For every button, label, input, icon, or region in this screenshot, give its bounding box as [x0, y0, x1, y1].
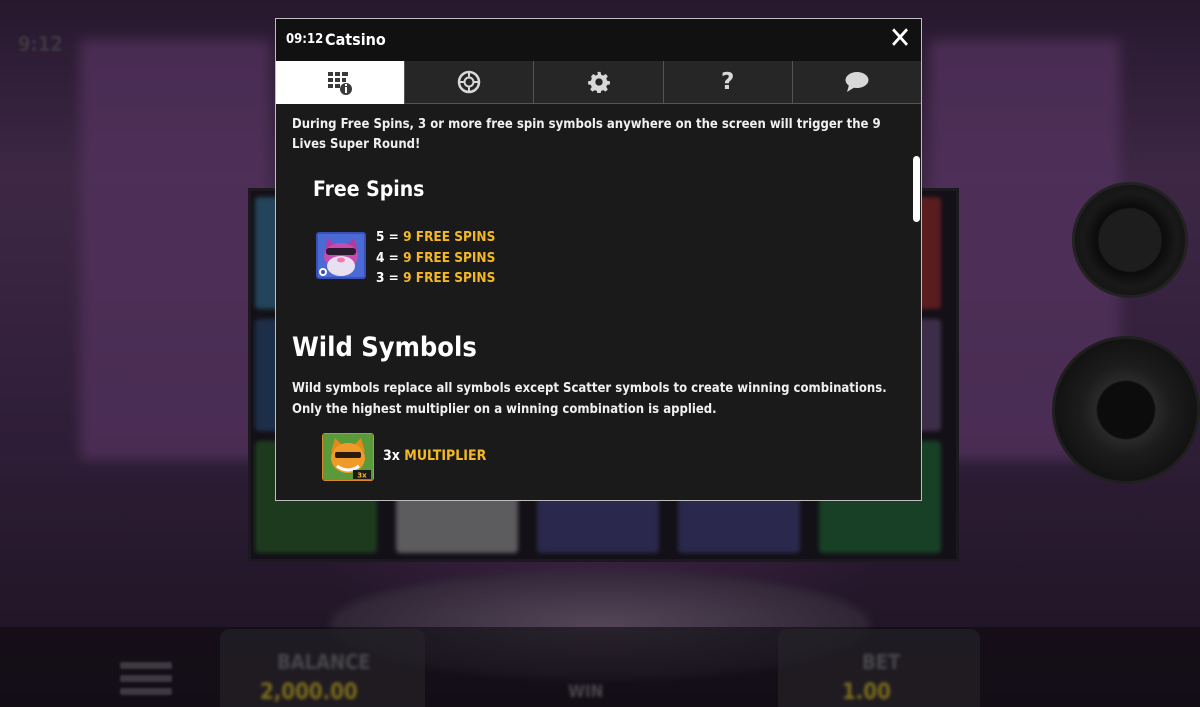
tab-settings[interactable] — [533, 61, 663, 104]
content-scrollbar[interactable] — [913, 156, 920, 222]
free-spin-symbol-image — [316, 232, 366, 279]
paytable-dialog: 09:12 Catsino ✕ ? During Free Spins, 3 o… — [275, 18, 922, 501]
payout-count: 4 = — [376, 249, 404, 266]
dialog-title: Catsino — [325, 30, 386, 49]
tab-chat[interactable] — [791, 61, 921, 104]
wild-symbols-heading: Wild Symbols — [292, 332, 477, 363]
question-icon: ? — [721, 69, 735, 95]
dialog-titlebar: 09:12 Catsino ✕ — [276, 19, 921, 61]
paytable-content[interactable]: During Free Spins, 3 or more free spin s… — [276, 104, 921, 500]
payout-row: 4 = 9 FREE SPINS — [376, 248, 495, 269]
clock: 09:12 — [286, 32, 324, 47]
svg-text:3x: 3x — [357, 472, 367, 480]
chat-bubble-icon — [845, 72, 869, 92]
wild-multiplier-text: 3x MULTIPLIER — [383, 448, 486, 464]
multiplier-count: 3x — [383, 448, 405, 464]
wild-symbols-description: Wild symbols replace all symbols except … — [292, 381, 887, 417]
payout-value: 9 FREE SPINS — [403, 270, 496, 286]
dialog-tabs: ? — [276, 61, 921, 104]
payout-value: 9 FREE SPINS — [403, 229, 496, 245]
free-spins-trigger-text: During Free Spins, 3 or more free spin s… — [292, 117, 881, 152]
payout-count: 3 = — [376, 270, 404, 286]
free-spins-heading: Free Spins — [313, 177, 425, 201]
tab-bet-settings[interactable] — [404, 61, 534, 104]
payout-row: 3 = 9 FREE SPINS — [376, 268, 495, 289]
chip-icon — [458, 70, 481, 94]
tab-help[interactable]: ? — [662, 61, 792, 104]
payout-row: 5 = 9 FREE SPINS — [376, 227, 495, 248]
close-icon[interactable]: ✕ — [885, 23, 915, 55]
paytable-info-icon — [328, 71, 353, 95]
tab-paytable[interactable] — [276, 61, 405, 104]
payout-count: 5 = — [376, 229, 404, 245]
free-spins-paytable: 5 = 9 FREE SPINS 4 = 9 FREE SPINS 3 = 9 … — [376, 227, 495, 289]
gear-icon — [587, 71, 610, 93]
wild-symbol-image: 3x — [322, 433, 374, 481]
payout-value: 9 FREE SPINS — [403, 249, 496, 266]
multiplier-label: MULTIPLIER — [404, 448, 487, 464]
